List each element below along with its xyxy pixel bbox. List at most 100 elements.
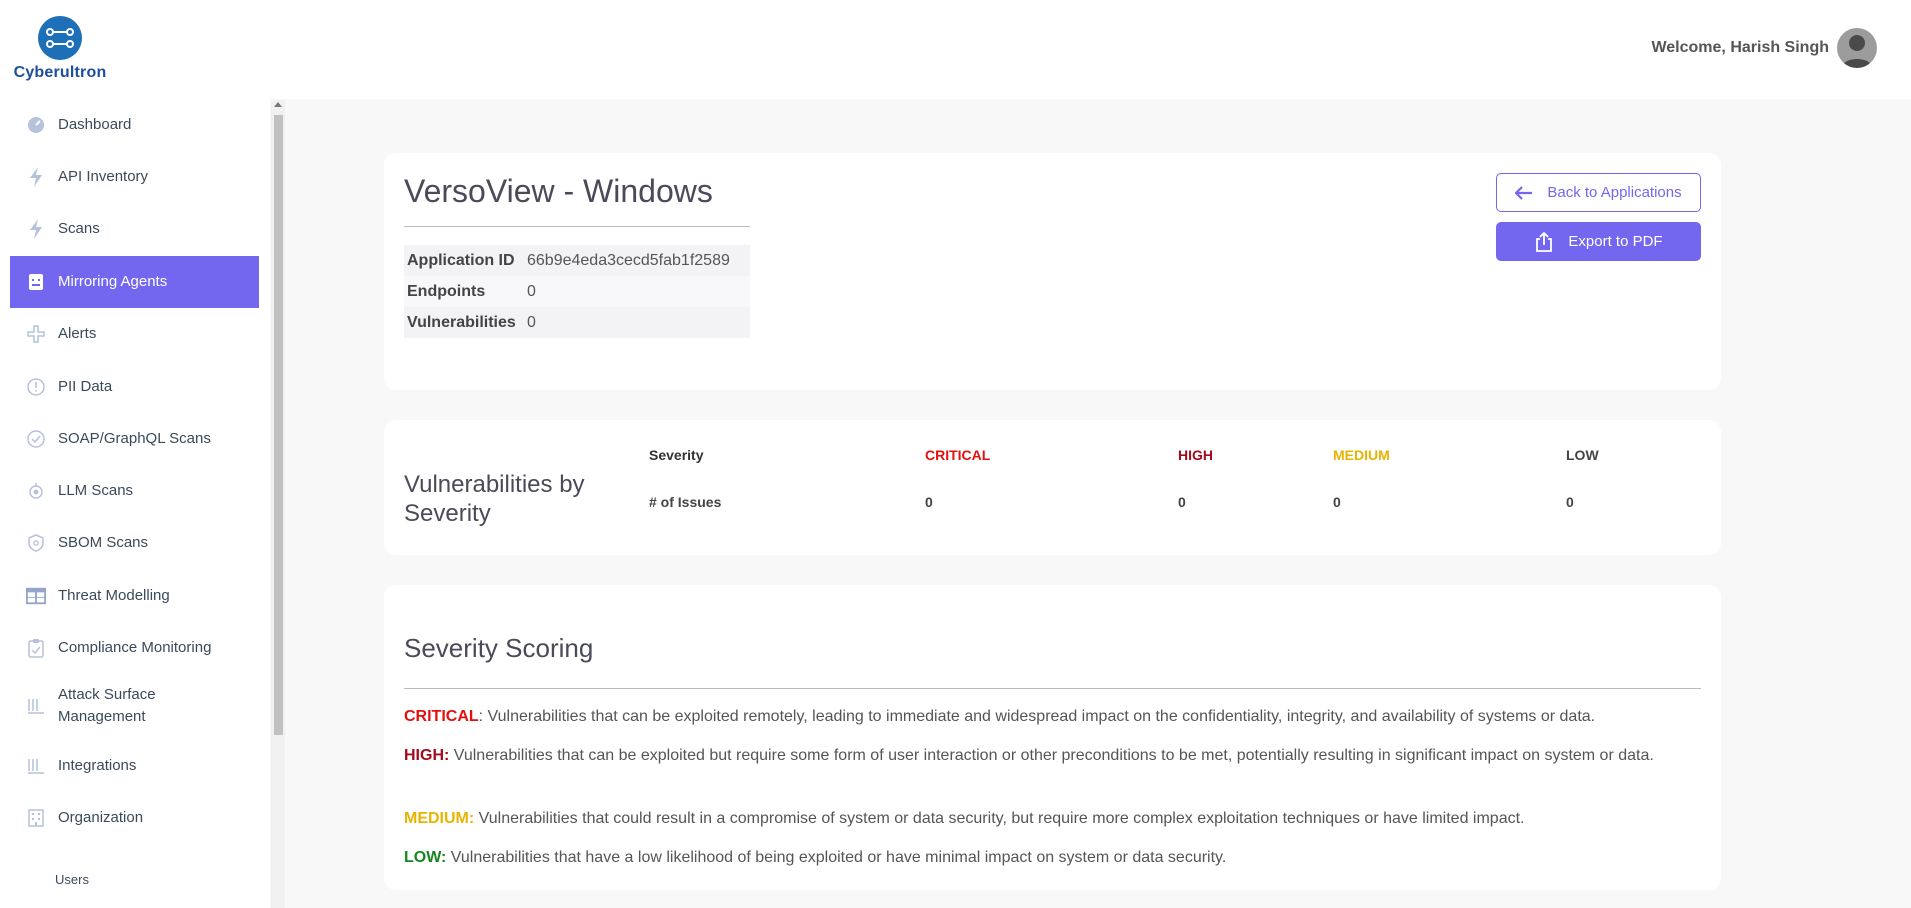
info-value: 66b9e4eda3cecd5fab1f2589 [524, 245, 750, 276]
sidebar-subitem-users[interactable]: Users [55, 872, 89, 887]
top-header: Cyberultron Welcome, Harish Singh [0, 0, 1911, 99]
issues-row-header: # of Issues [649, 494, 722, 510]
bars-icon [26, 696, 46, 716]
info-value: 0 [524, 307, 750, 338]
scoring-text: Vulnerabilities that have a low likeliho… [446, 849, 1227, 866]
user-avatar-icon [1842, 35, 1872, 68]
scoring-label: MEDIUM: [404, 810, 475, 827]
info-value: 0 [524, 276, 750, 307]
scoring-label: HIGH: [404, 747, 450, 764]
sidebar-item-label: PII Data [58, 378, 113, 395]
export-icon [1536, 231, 1553, 252]
section-title: Vulnerabilities by Severity [404, 471, 585, 527]
scoring-item-low: LOW: Vulnerabilities that have a low lik… [404, 846, 1694, 869]
info-key: Vulnerabilities [404, 307, 524, 338]
check-circle-icon [26, 429, 46, 449]
scoring-label: CRITICAL [404, 708, 479, 725]
info-key: Application ID [404, 245, 524, 276]
sidebar-item-label: SBOM Scans [58, 534, 149, 551]
scoring-text: Vulnerabilities that can be exploited bu… [449, 747, 1654, 764]
sidebar-item-label: Alerts [58, 325, 97, 342]
avatar[interactable] [1837, 28, 1877, 68]
sidebar-item-label: Integrations [58, 757, 137, 774]
sidebar-item-scans[interactable]: Scans [10, 203, 259, 255]
sidebar-item-soap-graphql-scans[interactable]: SOAP/GraphQL Scans [10, 413, 259, 465]
back-to-applications-button[interactable]: Back to Applications [1496, 173, 1701, 212]
sidebar-item-label: Compliance Monitoring [58, 639, 212, 656]
info-key: Endpoints [404, 276, 524, 307]
sidebar-item-threat-modelling[interactable]: Threat Modelling [10, 570, 259, 622]
logo-icon [38, 16, 82, 60]
section-title: Severity Scoring [404, 633, 594, 663]
sidebar-item-llm-scans[interactable]: LLM Scans [10, 465, 259, 517]
sidebar-item-label: SOAP/GraphQL Scans [58, 430, 211, 447]
building-icon [26, 808, 46, 828]
sidebar-item-label: Mirroring Agents [58, 273, 168, 290]
bolt-icon [26, 219, 46, 239]
scoring-item-medium: MEDIUM: Vulnerabilities that could resul… [404, 807, 1694, 830]
sidebar-item-label: Attack Surface Management [58, 686, 156, 725]
scoring-text: Vulnerabilities that could result in a c… [474, 810, 1525, 827]
scoring-label: LOW: [404, 849, 447, 866]
sidebar-item-label: LLM Scans [58, 482, 134, 499]
sidebar-item-label: Dashboard [58, 116, 132, 133]
scoring-item-high: HIGH: Vulnerabilities that can be exploi… [404, 744, 1694, 767]
divider [404, 688, 1701, 689]
sidebar-item-dashboard[interactable]: Dashboard [10, 99, 259, 151]
table-row: Vulnerabilities 0 [404, 307, 750, 338]
table-row: Application ID 66b9e4eda3cecd5fab1f2589 [404, 245, 750, 276]
brand-logo[interactable]: Cyberultron [10, 16, 110, 82]
sidebar-item-label: Threat Modelling [58, 587, 170, 604]
sidebar-item-sbom-scans[interactable]: SBOM Scans [10, 517, 259, 569]
severity-low-count: 0 [1566, 494, 1574, 510]
sidebar-item-pii-data[interactable]: PII Data [10, 361, 259, 413]
table-row: Endpoints 0 [404, 276, 750, 307]
sidebar: Dashboard API Inventory Scans Mirroring … [0, 99, 270, 908]
table-icon [26, 586, 46, 606]
sidebar-item-label: Organization [58, 809, 144, 826]
arrow-left-icon [1515, 185, 1533, 200]
sidebar-item-label: Scans [58, 220, 100, 237]
welcome-text: Welcome, Harish Singh [1651, 39, 1829, 56]
application-info-card: VersoView - Windows Application ID 66b9e… [384, 153, 1721, 390]
export-to-pdf-button[interactable]: Export to PDF [1496, 222, 1701, 261]
sidebar-item-integrations[interactable]: Integrations [10, 740, 259, 792]
shield-icon [26, 533, 46, 553]
sidebar-item-alerts[interactable]: Alerts [10, 308, 259, 360]
scoring-item-critical: CRITICAL: Vulnerabilities that can be ex… [404, 705, 1694, 728]
user-menu[interactable]: Welcome, Harish Singh [1651, 28, 1877, 68]
export-button-label: Export to PDF [1568, 233, 1663, 250]
sidebar-item-api-inventory[interactable]: API Inventory [10, 151, 259, 203]
bolt-icon [26, 167, 46, 187]
severity-high-count: 0 [1178, 494, 1186, 510]
info-circle-icon [26, 377, 46, 397]
severity-low-label: LOW [1566, 447, 1599, 463]
page-title: VersoView - Windows [404, 173, 713, 209]
sidebar-item-compliance-monitoring[interactable]: Compliance Monitoring [10, 622, 259, 674]
severity-critical-label: CRITICAL [925, 447, 991, 463]
severity-medium-label: MEDIUM [1333, 447, 1390, 463]
sidebar-item-organization[interactable]: Organization [10, 792, 259, 844]
agent-icon [26, 272, 46, 292]
severity-row-header: Severity [649, 447, 704, 463]
bars-icon [26, 756, 46, 776]
vulnerabilities-by-severity-card: Vulnerabilities by Severity Severity # o… [384, 420, 1721, 555]
brand-name: Cyberultron [13, 64, 107, 81]
back-button-label: Back to Applications [1547, 184, 1682, 201]
sidebar-item-label: API Inventory [58, 168, 149, 185]
llm-icon [26, 481, 46, 501]
divider [404, 226, 750, 227]
severity-scoring-card: Severity Scoring CRITICAL: Vulnerabiliti… [384, 585, 1721, 890]
application-info-table: Application ID 66b9e4eda3cecd5fab1f2589 … [404, 245, 750, 338]
sidebar-item-mirroring-agents[interactable]: Mirroring Agents [10, 256, 259, 308]
sidebar-item-attack-surface-management[interactable]: Attack Surface Management [10, 675, 259, 737]
sidebar-scrollbar[interactable] [271, 100, 285, 908]
severity-medium-count: 0 [1333, 494, 1341, 510]
severity-high-label: HIGH [1178, 447, 1213, 463]
clipboard-check-icon [26, 638, 46, 658]
severity-critical-count: 0 [925, 494, 933, 510]
dashboard-icon [26, 115, 46, 135]
alerts-icon [26, 324, 46, 344]
scroll-up-arrow-icon[interactable] [274, 102, 282, 107]
scrollbar-thumb[interactable] [274, 115, 283, 735]
